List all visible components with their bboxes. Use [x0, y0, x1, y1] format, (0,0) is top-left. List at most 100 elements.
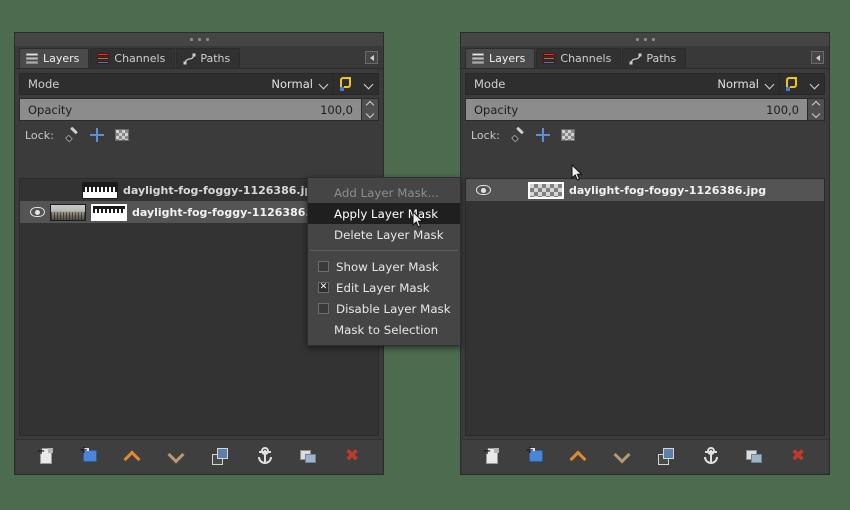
- lock-alpha-icon[interactable]: [560, 129, 575, 141]
- new-layer-group-button[interactable]: +: [79, 445, 101, 468]
- stepper-down-icon[interactable]: [362, 110, 378, 121]
- mode-label: Mode: [28, 77, 60, 91]
- tab-strip-left: Layers Channels Paths: [15, 46, 383, 69]
- new-layer-group-button[interactable]: +: [525, 445, 547, 468]
- lock-alpha-icon[interactable]: [114, 129, 129, 141]
- table-row[interactable]: daylight-fog-foggy-1126386.jpg: [466, 179, 824, 201]
- layer-list-right[interactable]: daylight-fog-foggy-1126386.jpg: [465, 178, 825, 436]
- duplicate-layer-button[interactable]: [210, 446, 232, 468]
- chevron-down-icon: [811, 80, 820, 89]
- duplicate-layer-button[interactable]: [656, 446, 678, 468]
- blend-mode-select-right[interactable]: Mode Normal: [465, 73, 780, 95]
- composite-mode-button-right[interactable]: [780, 73, 825, 95]
- layers-toolbar-left: + + ✖: [16, 439, 382, 473]
- configure-tab-button-right[interactable]: [811, 51, 824, 64]
- layer-visibility-toggle[interactable]: [470, 185, 496, 195]
- configure-tab-button-left[interactable]: [365, 51, 378, 64]
- tab-label: Channels: [114, 52, 166, 65]
- lower-layer-button[interactable]: [166, 446, 188, 468]
- tab-channels-right[interactable]: Channels: [536, 48, 622, 68]
- grip-dot: [651, 38, 655, 41]
- chevron-down-icon: [766, 80, 775, 89]
- opacity-label: Opacity: [28, 102, 73, 117]
- tab-label: Paths: [646, 52, 677, 65]
- stepper-up-icon[interactable]: [808, 99, 824, 110]
- panel-drag-grip-right[interactable]: [461, 33, 829, 46]
- lock-label: Lock:: [471, 128, 500, 142]
- grip-dot: [635, 38, 639, 41]
- stepper-up-icon[interactable]: [362, 99, 378, 110]
- opacity-stepper-left[interactable]: [362, 98, 379, 121]
- menu-item-apply-layer-mask[interactable]: Apply Layer Mask: [308, 203, 460, 224]
- merge-down-button[interactable]: [297, 446, 319, 468]
- merge-down-button[interactable]: [743, 446, 765, 468]
- menu-item-show-layer-mask[interactable]: Show Layer Mask: [308, 256, 460, 277]
- tab-layers-right[interactable]: Layers: [465, 48, 536, 68]
- layer-name[interactable]: daylight-fog-foggy-1126386.jpg: [132, 206, 329, 219]
- menu-item-label: Mask to Selection: [334, 322, 439, 337]
- checkbox-unchecked-icon[interactable]: [318, 261, 329, 272]
- mode-value: Normal: [717, 77, 759, 91]
- anchor-layer-button[interactable]: [254, 446, 276, 468]
- tab-paths-right[interactable]: Paths: [622, 48, 687, 68]
- layer-thumbnail[interactable]: [50, 203, 86, 221]
- layer-visibility-toggle[interactable]: [24, 207, 50, 217]
- lock-pixels-icon[interactable]: [64, 126, 79, 143]
- opacity-slider-left[interactable]: Opacity 100,0: [19, 98, 362, 121]
- grip-dot: [643, 38, 647, 41]
- layer-mask-thumbnail[interactable]: [91, 203, 127, 221]
- anchor-layer-button[interactable]: [700, 446, 722, 468]
- opacity-value: 100,0: [320, 102, 353, 117]
- menu-item-delete-layer-mask[interactable]: Delete Layer Mask: [308, 224, 460, 245]
- checkbox-unchecked-icon[interactable]: [318, 303, 329, 314]
- eye-icon: [475, 185, 491, 195]
- delete-layer-button[interactable]: ✖: [787, 446, 809, 468]
- checkbox-checked-icon[interactable]: ✕: [318, 282, 329, 293]
- delete-layer-button[interactable]: ✖: [341, 446, 363, 468]
- tab-layers-left[interactable]: Layers: [19, 48, 90, 68]
- lock-row-right: Lock:: [461, 124, 829, 146]
- channels-icon: [543, 52, 556, 65]
- layer-name[interactable]: daylight-fog-foggy-1126386.jpg: [569, 184, 766, 197]
- tab-label: Layers: [489, 52, 526, 65]
- tab-label: Paths: [200, 52, 231, 65]
- channels-icon: [97, 52, 110, 65]
- composite-mode-button-left[interactable]: [334, 73, 379, 95]
- lower-layer-button[interactable]: [612, 446, 634, 468]
- blend-mode-select-left[interactable]: Mode Normal: [19, 73, 334, 95]
- raise-layer-button[interactable]: [568, 446, 590, 468]
- chevron-left-icon: [369, 54, 374, 61]
- mode-row-left: Mode Normal: [19, 73, 379, 95]
- menu-item-add-layer-mask: Add Layer Mask...: [308, 182, 460, 203]
- tab-paths-left[interactable]: Paths: [176, 48, 241, 68]
- opacity-stepper-right[interactable]: [808, 98, 825, 121]
- menu-item-edit-layer-mask[interactable]: ✕ Edit Layer Mask: [308, 277, 460, 298]
- lock-pixels-icon[interactable]: [510, 126, 525, 143]
- menu-item-label: Delete Layer Mask: [334, 227, 444, 242]
- panel-drag-grip-left[interactable]: [15, 33, 383, 46]
- grip-dot: [205, 38, 209, 41]
- stepper-down-icon[interactable]: [808, 110, 824, 121]
- chevron-left-icon: [815, 54, 820, 61]
- lock-position-icon[interactable]: [89, 128, 104, 142]
- lock-position-icon[interactable]: [535, 128, 550, 142]
- layer-thumbnail[interactable]: [528, 181, 564, 199]
- menu-item-mask-to-selection[interactable]: Mask to Selection: [308, 319, 460, 340]
- tab-label: Layers: [43, 52, 80, 65]
- new-layer-button[interactable]: +: [35, 446, 57, 468]
- new-layer-button[interactable]: +: [481, 446, 503, 468]
- tab-label: Channels: [560, 52, 612, 65]
- opacity-slider-right[interactable]: Opacity 100,0: [465, 98, 808, 121]
- layers-dialog-right: Layers Channels Paths Mode Normal Opacit…: [460, 32, 830, 475]
- layer-mask-thumbnail[interactable]: [82, 181, 118, 199]
- tab-channels-left[interactable]: Channels: [90, 48, 176, 68]
- menu-item-label: Show Layer Mask: [336, 259, 439, 274]
- lock-label: Lock:: [25, 128, 54, 142]
- chevron-down-icon: [320, 80, 329, 89]
- paths-icon: [629, 53, 642, 65]
- menu-item-label: Edit Layer Mask: [336, 280, 430, 295]
- menu-item-disable-layer-mask[interactable]: Disable Layer Mask: [308, 298, 460, 319]
- menu-item-label: Apply Layer Mask: [334, 206, 439, 221]
- raise-layer-button[interactable]: [122, 446, 144, 468]
- opacity-row-left: Opacity 100,0: [19, 98, 379, 121]
